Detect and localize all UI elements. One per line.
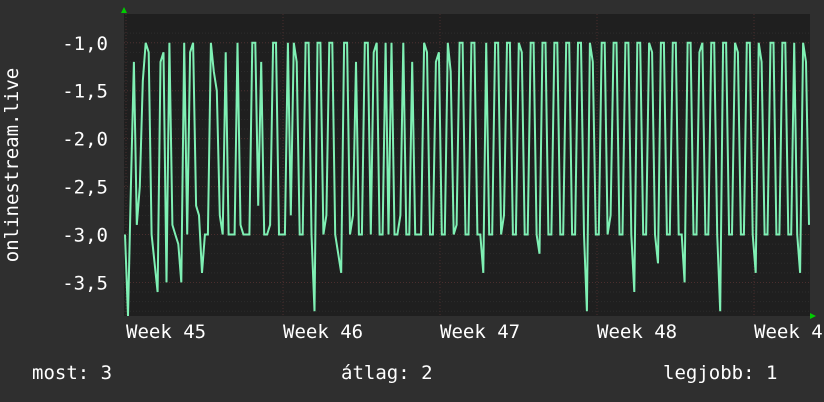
best-value-label: legjobb: 1	[663, 362, 778, 384]
x-tick-label: Week 46	[283, 321, 363, 343]
x-tick-label: Week 4	[754, 321, 823, 343]
line-chart: -1,0-1,5-2,0-2,5-3,0-3,5 Week 45 Week 46 W…	[1, 7, 823, 343]
x-tick-label: Week 48	[597, 321, 677, 343]
y-axis-ticks: -1,0 -1,5 -2,0 -2,5 -3,0 -3,5	[62, 33, 108, 295]
y-tick-label: -3,0	[62, 225, 108, 247]
y-tick-label: -1,0	[62, 33, 108, 55]
average-value-label: átlag: 2	[341, 362, 433, 384]
y-tick-label: -3,5	[62, 272, 108, 294]
x-tick-label: Week 47	[440, 321, 520, 343]
y-tick-label: -2,0	[62, 129, 108, 151]
x-tick-label: Week 45	[126, 321, 206, 343]
y-axis-arrow-icon	[121, 7, 127, 13]
y-tick-label: -1,5	[62, 81, 108, 103]
x-axis-arrow-icon	[810, 313, 816, 319]
y-tick-label: -2,5	[62, 177, 108, 199]
y-axis-label: onlinestream.live	[1, 68, 23, 262]
x-axis-ticks: Week 45 Week 46 Week 47 Week 48 Week 4	[126, 321, 823, 343]
current-value-label: most: 3	[32, 362, 113, 384]
